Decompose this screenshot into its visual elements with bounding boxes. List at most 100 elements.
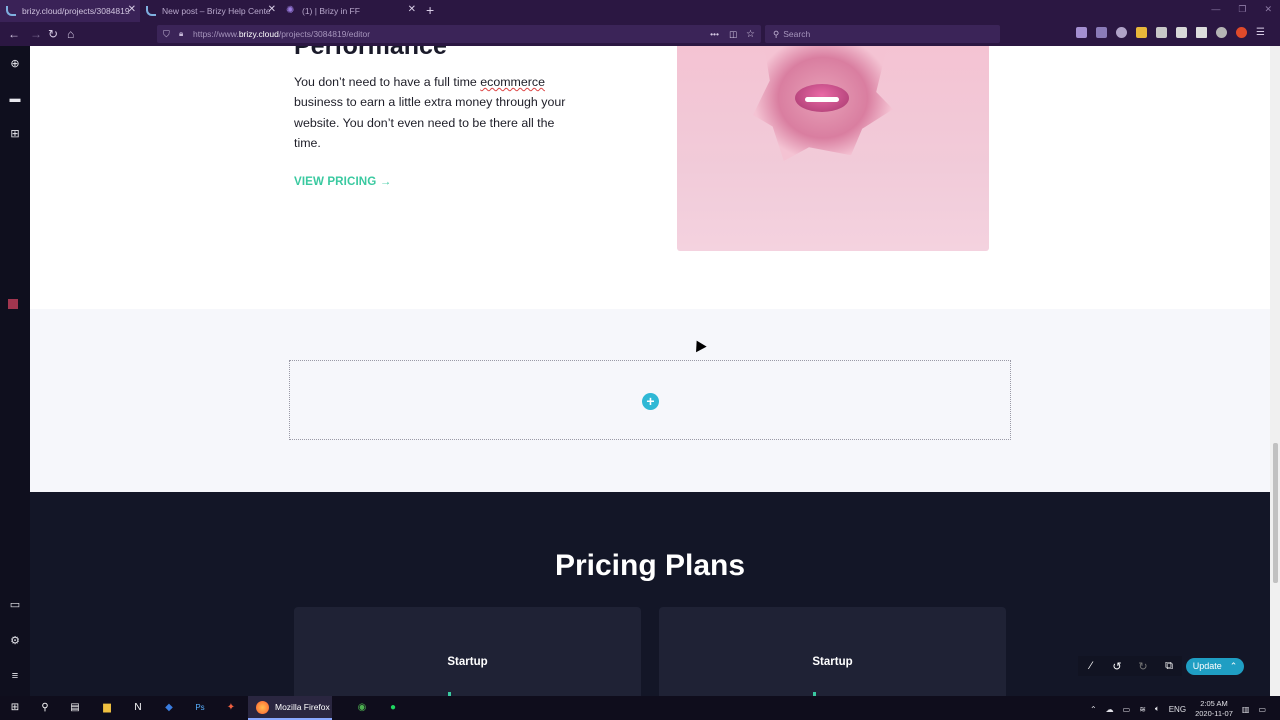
lock-icon[interactable]: 🔒︎ (179, 29, 183, 39)
extension-red-icon[interactable] (1236, 27, 1247, 38)
scrollbar-thumb[interactable] (1273, 443, 1278, 583)
add-block-button[interactable]: + (642, 393, 659, 410)
search-placeholder: Search (783, 29, 811, 39)
page-scrollbar[interactable] (1270, 46, 1280, 696)
sidebar-icon[interactable] (1096, 27, 1107, 38)
minimize-icon[interactable]: — (1211, 4, 1220, 15)
paint-icon[interactable]: ⁄ (1078, 656, 1104, 676)
app-blue-icon[interactable]: ◆ (162, 701, 176, 715)
empty-section: + (30, 309, 1270, 492)
redo-icon[interactable]: ↻ (1130, 656, 1156, 676)
section-paragraph: You don’t need to have a full time ecomm… (294, 75, 566, 150)
brizy-favicon-icon (146, 6, 156, 16)
extension-drive-icon[interactable] (1196, 27, 1207, 38)
library-icon[interactable] (1076, 27, 1087, 38)
toolbar-extensions: ☰ (1076, 27, 1267, 38)
account-icon[interactable] (1116, 27, 1127, 38)
undo-icon[interactable]: ↺ (1104, 656, 1130, 676)
battery-icon[interactable]: ▭ (1123, 705, 1131, 714)
tab-help-center[interactable]: New post – Brizy Help Center ✕ (140, 0, 280, 22)
forward-icon[interactable]: → (30, 27, 42, 41)
tray-overflow-icon[interactable]: ⌃ (1090, 705, 1097, 714)
menu-icon[interactable]: ≡ (9, 670, 21, 682)
add-element-icon[interactable]: ⊕ (9, 58, 21, 70)
editor-left-bar: ⊕ ▬ ⊞ ▭ ⚙ ≡ (0, 46, 30, 696)
extension-circle-icon[interactable] (1216, 27, 1227, 38)
file-explorer-icon[interactable]: ▆ (100, 701, 114, 715)
bookmark-star-icon[interactable]: ☆ (746, 29, 755, 40)
close-tab-icon[interactable]: ✕ (268, 4, 276, 15)
search-box[interactable]: ⚲ Search (765, 25, 1000, 43)
language-indicator[interactable]: ENG (1169, 705, 1186, 714)
close-tab-icon[interactable]: ✕ (408, 4, 416, 15)
url-bar[interactable]: ⛉ 🔒︎ https://www. brizy.cloud/projects/30… (157, 25, 761, 43)
extension-yellow-icon[interactable] (1136, 27, 1147, 38)
pricing-card-title: Startup (447, 656, 488, 668)
update-button[interactable]: Update ⌃ (1186, 657, 1244, 675)
pricing-title: Pricing Plans (554, 549, 746, 582)
tab-brizy-ff[interactable]: ✺ (1) | Brizy in FF ✕ (280, 0, 420, 22)
url-path: /projects/3084819/editor (278, 29, 371, 39)
pricing-card[interactable]: Startup (659, 607, 1006, 696)
empty-block-dropzone[interactable]: + (289, 360, 1011, 440)
pocket-icon[interactable]: ◫ (729, 29, 737, 40)
reorder-icon[interactable]: ⊞ (9, 128, 21, 140)
gear-favicon-icon: ✺ (286, 5, 295, 16)
menu-hamburger-icon[interactable]: ☰ (1256, 27, 1267, 38)
tab-title: New post – Brizy Help Center (162, 6, 270, 16)
cloud-icon[interactable]: ☁ (1106, 705, 1114, 714)
tab-brizy-editor[interactable]: brizy.cloud/projects/3084819/ ✕ (0, 0, 140, 22)
photoshop-icon[interactable]: Ps (193, 701, 207, 715)
extension-grid-icon[interactable] (1176, 27, 1187, 38)
reload-icon[interactable]: ↻ (48, 27, 58, 41)
windows-start-icon[interactable]: ⊞ (8, 701, 22, 715)
home-icon[interactable]: ⌂ (67, 27, 74, 41)
wifi-icon[interactable]: ≋ (1139, 705, 1146, 714)
arrow-right-icon: → (379, 175, 392, 188)
preview-icon[interactable]: ⧉ (1156, 656, 1182, 676)
app-icon[interactable]: ▥ (1242, 705, 1250, 714)
teeth-shape (805, 97, 839, 102)
close-tab-icon[interactable]: ✕ (128, 4, 136, 15)
back-icon[interactable]: ← (8, 27, 20, 41)
torn-paper-mouth (753, 46, 893, 161)
tracking-shield-icon[interactable]: ⛉ (163, 29, 170, 40)
firefox-icon (256, 700, 269, 714)
notion-icon[interactable]: N (131, 701, 145, 715)
os-taskbar: ⊞ ⚲ ▤ ▆ N ◆ Ps ✦ Mozilla Firefox ◉ ● ⌃ ☁… (0, 696, 1280, 720)
notifications-icon[interactable]: ▭ (1258, 705, 1266, 714)
chrome-icon[interactable]: ◉ (355, 701, 369, 715)
tab-title: (1) | Brizy in FF (302, 6, 360, 16)
close-window-icon[interactable]: ✕ (1264, 4, 1272, 15)
browser-tab-bar: brizy.cloud/projects/3084819/ ✕ New post… (0, 0, 1280, 22)
pricing-card-title: Startup (812, 656, 853, 668)
extension-grey-icon[interactable] (1156, 27, 1167, 38)
clock[interactable]: 2:05 AM 2020-11-07 (1195, 699, 1233, 719)
volume-icon[interactable]: 🔈︎ (1155, 704, 1160, 714)
blocks-icon[interactable]: ▬ (9, 93, 21, 105)
pricing-card[interactable]: Startup (294, 607, 641, 696)
editor-bottom-toolbar: ⁄ ↺ ↻ ⧉ Update ⌃ (1078, 656, 1244, 676)
chevron-up-icon[interactable]: ⌃ (1230, 661, 1238, 672)
system-tray: ⌃ ☁ ▭ ≋ 🔈︎ ENG 2:05 AM 2020-11-07 ▥ ▭ (1090, 699, 1266, 719)
page-actions-icon[interactable]: ••• (710, 29, 719, 39)
hero-image[interactable] (677, 46, 989, 251)
tab-title: brizy.cloud/projects/3084819/ (22, 6, 130, 16)
restore-icon[interactable]: ❐ (1238, 4, 1246, 15)
settings-gear-icon[interactable]: ⚙ (9, 635, 21, 647)
device-desktop-icon[interactable]: ▭ (9, 599, 21, 611)
spotify-icon[interactable]: ● (386, 701, 400, 715)
url-prefix: https://www. (193, 29, 239, 39)
new-tab-icon[interactable]: + (426, 2, 434, 18)
window-controls: — ❐ ✕ (1211, 4, 1272, 15)
task-view-icon[interactable]: ▤ (68, 701, 82, 715)
search-icon: ⚲ (773, 28, 780, 39)
section-heading: Performance (294, 46, 447, 60)
page-canvas: Performance You don’t need to have a ful… (30, 46, 1270, 696)
color-swatch[interactable] (8, 299, 18, 309)
url-host: brizy.cloud (238, 29, 279, 39)
search-icon[interactable]: ⚲ (38, 701, 52, 715)
view-pricing-link[interactable]: VIEW PRICING → (294, 175, 391, 188)
taskbar-firefox[interactable]: Mozilla Firefox (248, 696, 332, 720)
figma-icon[interactable]: ✦ (224, 701, 238, 715)
